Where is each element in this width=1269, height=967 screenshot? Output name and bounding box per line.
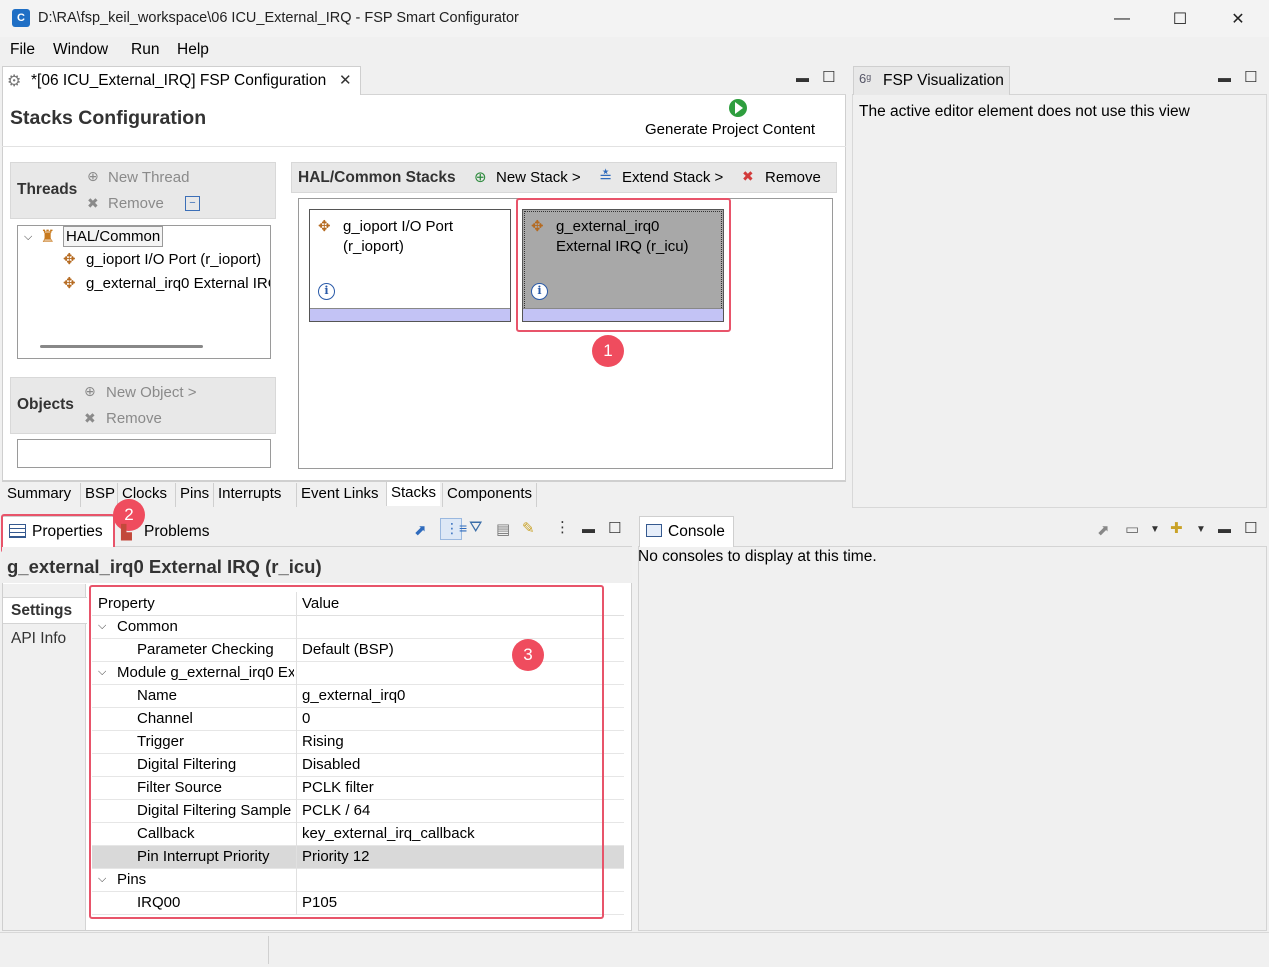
threads-heading: Threads — [17, 181, 78, 198]
remove-object-button[interactable]: Remove — [106, 410, 162, 427]
chevron-down-icon[interactable]: ▼ — [1150, 524, 1160, 535]
editor-tab[interactable]: ⚙ *[06 ICU_External_IRQ] FSP Configurati… — [2, 66, 361, 95]
menu-help[interactable]: Help — [177, 41, 209, 59]
view-menu-icon[interactable]: ⋮ — [555, 518, 570, 536]
editor-tab-label: *[06 ICU_External_IRQ] FSP Configuration — [31, 72, 327, 89]
generate-project-button[interactable]: Generate Project Content — [645, 121, 815, 138]
gear-icon: ⚙ — [7, 73, 22, 90]
module-icon: ✥ — [318, 218, 331, 235]
display-console-icon[interactable]: ▭ — [1125, 520, 1139, 538]
card-subtitle: (r_ioport) — [343, 238, 404, 255]
chevron-down-icon[interactable]: ⌵ — [24, 231, 32, 244]
console-message: No consoles to display at this time. — [638, 548, 877, 565]
properties-title: g_external_irq0 External IRQ (r_icu) — [7, 556, 322, 577]
horizontal-scrollbar[interactable] — [40, 345, 203, 348]
console-tab[interactable]: Console — [639, 516, 734, 547]
card-bar — [310, 308, 510, 321]
highlight-box-1 — [516, 198, 731, 332]
collapse-all-icon[interactable]: − — [185, 196, 200, 211]
console-tab-label: Console — [668, 523, 725, 540]
tab-bsp[interactable]: BSP — [80, 483, 119, 507]
console-body — [638, 547, 1267, 931]
close-button[interactable]: ✕ — [1209, 0, 1267, 37]
visualization-tab[interactable]: 6ᵍ FSP Visualization — [853, 66, 1010, 95]
tree-view-glyph: ⋮≡ — [445, 520, 468, 536]
pin-icon[interactable]: ⬈ — [414, 521, 427, 539]
minimize-view-icon[interactable]: ▬ — [582, 521, 595, 536]
side-tab-api-info[interactable]: API Info — [11, 630, 66, 648]
maximize-button[interactable]: ☐ — [1151, 0, 1209, 37]
objects-list — [17, 439, 271, 468]
visualization-tab-label: FSP Visualization — [883, 72, 1004, 89]
side-tab-settings[interactable]: Settings — [3, 597, 87, 624]
tab-components[interactable]: Components — [442, 483, 538, 507]
menu-file[interactable]: File — [10, 41, 35, 59]
menu-run[interactable]: Run — [131, 41, 159, 59]
minimize-view-icon[interactable]: ▬ — [796, 70, 809, 85]
stack-card-ioport[interactable]: ✥ g_ioport I/O Port (r_ioport) i — [309, 209, 511, 322]
divider — [2, 146, 846, 147]
new-object-button[interactable]: New Object > — [106, 384, 196, 401]
hal-folder-icon: ♜ — [40, 227, 56, 246]
window-title: D:\RA\fsp_keil_workspace\06 ICU_External… — [38, 10, 519, 26]
side-tab-settings-label: Settings — [11, 602, 73, 619]
new-thread-button[interactable]: New Thread — [108, 169, 189, 186]
visualization-body — [852, 95, 1267, 508]
maximize-view-icon[interactable]: ☐ — [608, 519, 621, 537]
tab-summary[interactable]: Summary — [3, 483, 75, 507]
tab-pins[interactable]: Pins — [175, 483, 213, 507]
minimize-button[interactable]: — — [1093, 0, 1151, 37]
annotation-badge-3: 3 — [512, 639, 544, 671]
status-bar — [0, 932, 1269, 967]
problems-icon: ▙ — [121, 524, 132, 540]
info-icon[interactable]: i — [318, 283, 335, 300]
page-title: Stacks Configuration — [10, 107, 207, 129]
close-tab-icon[interactable]: ✕ — [339, 71, 352, 89]
minimize-view-icon[interactable]: ▬ — [1218, 521, 1231, 536]
visualization-icon: 6ᵍ — [859, 71, 872, 86]
new-object-icon: ⊕ — [84, 383, 96, 399]
module-icon: ✥ — [63, 251, 76, 268]
extend-stack-icon: ≛ — [599, 169, 613, 186]
minimize-view-icon[interactable]: ▬ — [1218, 70, 1231, 85]
new-stack-icon: ⊕ — [474, 169, 487, 186]
maximize-view-icon[interactable]: ☐ — [1244, 68, 1257, 86]
objects-heading: Objects — [17, 396, 74, 413]
restore-default-icon[interactable]: ✎ — [522, 519, 535, 537]
remove-stack-button[interactable]: Remove — [765, 169, 821, 186]
app-icon: C — [12, 9, 30, 27]
stacks-heading: HAL/Common Stacks — [298, 169, 456, 186]
tab-stacks[interactable]: Stacks — [386, 482, 441, 506]
console-icon — [646, 524, 662, 537]
remove-stack-icon: ✖ — [742, 168, 754, 184]
chevron-down-icon[interactable]: ▼ — [1196, 524, 1206, 535]
tree-item-ioport[interactable]: g_ioport I/O Port (r_ioport) — [86, 251, 270, 268]
filter-icon[interactable]: ⛛ — [469, 519, 482, 537]
tab-interrupts[interactable]: Interrupts — [213, 483, 285, 507]
advanced-icon[interactable]: ▤ — [496, 520, 510, 538]
annotation-badge-1: 1 — [592, 335, 624, 367]
tree-root-label: HAL/Common — [66, 228, 161, 245]
remove-object-icon: ✖ — [84, 410, 96, 426]
visualization-message: The active editor element does not use t… — [859, 103, 1190, 120]
play-icon[interactable] — [729, 99, 747, 117]
new-thread-icon: ⊕ — [87, 168, 99, 184]
tree-root-hal-common[interactable]: HAL/Common — [63, 226, 164, 247]
problems-tab[interactable]: Problems — [144, 523, 209, 541]
maximize-view-icon[interactable]: ☐ — [822, 68, 835, 86]
remove-thread-button[interactable]: Remove — [108, 195, 164, 212]
tab-event-links[interactable]: Event Links — [296, 483, 383, 507]
new-stack-button[interactable]: New Stack > — [496, 169, 581, 186]
highlight-box-3 — [89, 585, 604, 919]
extend-stack-button[interactable]: Extend Stack > — [622, 169, 723, 186]
remove-thread-icon: ✖ — [87, 195, 99, 211]
status-divider — [268, 936, 269, 964]
pin-console-icon[interactable]: ⬈ — [1097, 521, 1110, 539]
tree-item-external-irq[interactable]: g_external_irq0 External IRQ (r_icu) — [86, 275, 270, 292]
maximize-view-icon[interactable]: ☐ — [1244, 519, 1257, 537]
open-console-icon[interactable]: ✚ — [1170, 519, 1183, 537]
card-title: g_ioport I/O Port — [343, 218, 454, 235]
menu-window[interactable]: Window — [53, 41, 108, 59]
module-icon: ✥ — [63, 275, 76, 292]
